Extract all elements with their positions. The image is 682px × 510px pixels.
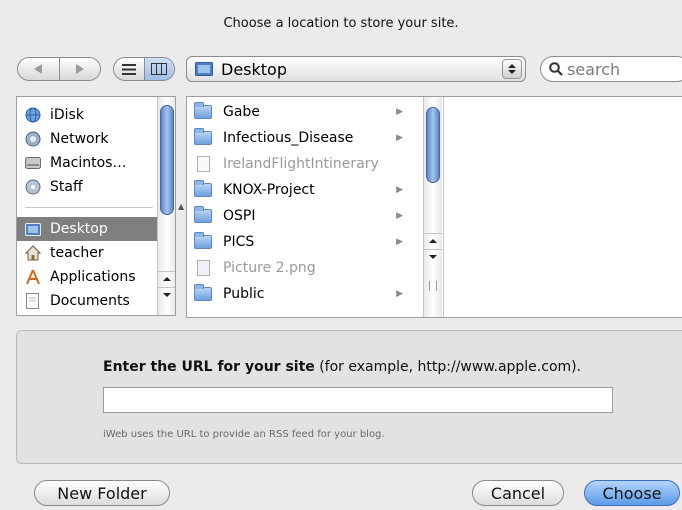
location-popup[interactable]: Desktop [186,56,526,82]
dialog-prompt: Choose a location to store your site. [223,16,459,31]
search-icon [549,62,563,76]
sidebar-item-label: Staff [50,179,83,195]
browser-item-label: KNOX-Project [223,182,315,198]
list-view-icon [121,63,136,75]
applications-icon [24,268,42,286]
folder-icon [193,102,213,121]
sidebar-scroll-thumb[interactable] [160,105,174,215]
browser-item-picture-2: Picture 2.png [187,255,407,281]
forward-arrow-icon [75,64,84,74]
back-button[interactable] [18,58,59,80]
folder-icon [193,284,213,303]
disclosure-arrow-icon: ▶ [396,237,403,247]
sidebar-item-label: Desktop [50,221,108,237]
split-resize-icon[interactable]: ▲ [178,202,184,211]
scroll-down-icon [163,293,171,297]
browser-item-knox-project[interactable]: KNOX-Project ▶ [187,177,407,203]
sidebar-scroll-up-button[interactable] [158,271,175,286]
browser-item-label: Infectious_Disease [223,130,354,146]
scroll-up-icon [429,239,437,243]
sidebar-item-label: iDisk [50,107,84,123]
desktop-icon [24,220,42,238]
sidebar-item-desktop[interactable]: Desktop [17,217,157,241]
browser-item-public[interactable]: Public ▶ [187,281,407,307]
back-arrow-icon [34,64,43,74]
sidebar-item-network[interactable]: Network [17,127,157,151]
sidebar-scrollbar[interactable] [157,97,175,315]
browser-item-label: IrelandFlightIntinerary [223,156,379,172]
sidebar-item-label: Documents [50,293,130,309]
new-folder-button[interactable]: New Folder [34,480,170,506]
folder-icon [193,180,213,199]
sidebar-item-staff[interactable]: Staff [17,175,157,199]
harddrive-icon [24,154,42,172]
view-mode-segment [113,57,175,81]
sidebar-item-applications[interactable]: Applications [17,265,157,289]
cancel-button[interactable]: Cancel [472,480,564,506]
choose-button[interactable]: Choose [584,480,680,506]
browser-item-label: OSPI [223,208,256,224]
scroll-down-icon [429,255,437,259]
search-field[interactable]: search [540,56,682,82]
forward-button[interactable] [58,58,101,80]
popup-arrows-icon [502,59,522,79]
folder-icon [193,128,213,147]
scroll-up-icon [163,277,171,281]
column-browser: Gabe ▶ Infectious_Disease ▶ IrelandFligh… [186,96,682,318]
documents-icon [24,292,42,310]
browser-item-ireland-flight: IrelandFlightIntinerary [187,151,407,177]
column-resize-handle[interactable] [429,281,437,291]
url-panel: Enter the URL for your site (for example… [16,330,682,464]
sidebar: iDisk Network Macintos… Staff Desktop te… [16,96,176,316]
column-view-icon [151,63,168,75]
column-view-button[interactable] [143,58,174,80]
url-hint: iWeb uses the URL to provide an RSS feed… [103,429,385,440]
sidebar-item-label: Macintos… [50,155,127,171]
location-popup-label: Desktop [221,59,287,79]
browser-item-ospi[interactable]: OSPI ▶ [187,203,407,229]
sidebar-item-label: teacher [50,245,104,261]
folder-icon [193,232,213,251]
browser-item-label: Gabe [223,104,260,120]
sidebar-item-label: Applications [50,269,136,285]
disclosure-arrow-icon: ▶ [396,211,403,221]
url-label-example: (for example, http://www.apple.com). [314,359,582,375]
sidebar-item-label: Network [50,131,109,147]
navigation-segment [17,57,101,81]
browser-item-gabe[interactable]: Gabe ▶ [187,99,407,125]
disk-icon [24,178,42,196]
url-label: Enter the URL for your site (for example… [103,359,581,375]
sidebar-divider [25,207,153,208]
browser-scroll-up-button[interactable] [424,233,442,248]
url-label-bold: Enter the URL for your site [103,359,315,375]
globe-icon [24,106,42,124]
network-icon [24,130,42,148]
browser-scroll-down-button[interactable] [424,249,442,264]
folder-icon [193,206,213,225]
disclosure-arrow-icon: ▶ [396,133,403,143]
browser-item-pics[interactable]: PICS ▶ [187,229,407,255]
disclosure-arrow-icon: ▶ [396,107,403,117]
disclosure-arrow-icon: ▶ [396,289,403,299]
browser-item-label: Picture 2.png [223,260,316,276]
column-divider [443,97,444,317]
home-icon [24,244,42,262]
sidebar-item-teacher[interactable]: teacher [17,241,157,265]
sidebar-item-idisk[interactable]: iDisk [17,103,157,127]
disclosure-arrow-icon: ▶ [396,185,403,195]
image-file-icon [193,259,213,277]
url-input[interactable] [103,387,613,413]
search-placeholder: search [567,59,621,79]
browser-item-infectious-disease[interactable]: Infectious_Disease ▶ [187,125,407,151]
sidebar-item-documents[interactable]: Documents [17,289,157,313]
browser-item-label: Public [223,286,265,302]
sidebar-item-macintosh-hd[interactable]: Macintos… [17,151,157,175]
document-icon [193,155,213,173]
browser-scroll-thumb[interactable] [426,107,440,183]
sidebar-scroll-down-button[interactable] [158,287,175,302]
browser-item-label: PICS [223,234,255,250]
list-view-button[interactable] [114,58,144,80]
desktop-folder-icon [195,62,213,76]
